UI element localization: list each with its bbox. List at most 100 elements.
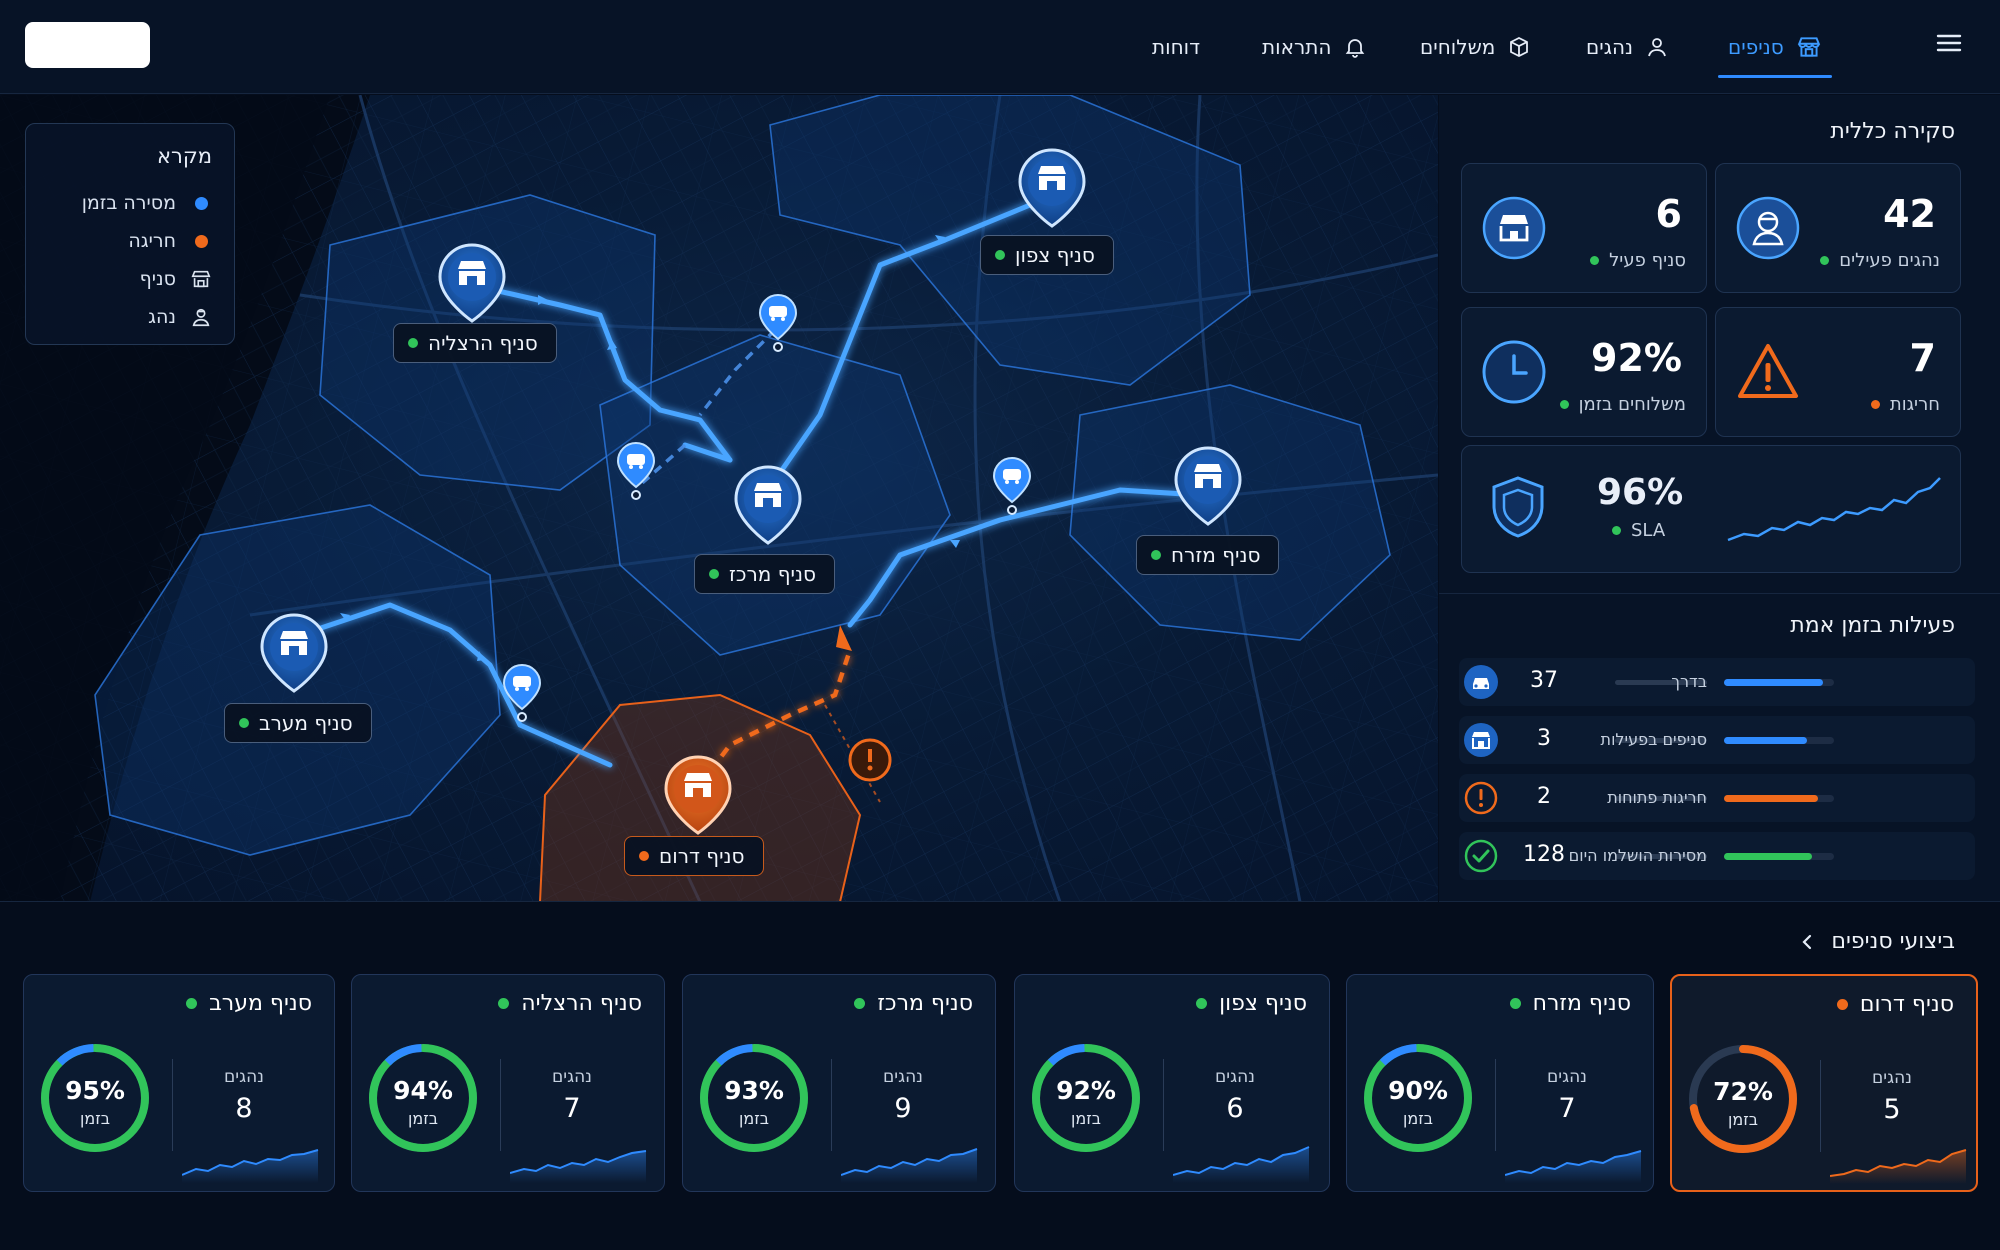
status-dot xyxy=(1870,400,1880,409)
legend-item-branch: סניף xyxy=(48,260,212,298)
store-icon xyxy=(190,268,212,290)
bell-icon xyxy=(1343,35,1367,59)
branch-performance-section: ביצועי סניפים סניף דרום 72% בזמן נהגים 5 xyxy=(0,903,2000,1250)
activity-progress-bar xyxy=(1724,737,1834,744)
status-dot xyxy=(498,998,510,1009)
clock-icon xyxy=(1480,338,1548,406)
driver-icon xyxy=(1734,194,1802,262)
nav-item-reports[interactable]: דוחות xyxy=(1152,0,1200,94)
legend-item-driver: נהג xyxy=(48,298,212,336)
performance-title: ביצועי סניפים xyxy=(1831,929,1955,954)
top-navigation-bar: דוחות התראות משלוחים נהגים סניפים xyxy=(0,0,2000,94)
nav-item-deliveries[interactable]: משלוחים xyxy=(1420,0,1531,94)
nav-item-drivers[interactable]: נהגים xyxy=(1586,0,1669,94)
drivers-label: נהגים xyxy=(1214,1067,1255,1087)
performance-card-west[interactable]: סניף מערב 95% בזמן נהגים 8 xyxy=(23,974,335,1192)
branch-name: סניף מזרח xyxy=(1532,991,1631,1016)
card-divider xyxy=(1163,1059,1164,1151)
activity-row-active-branches[interactable]: 3 סניפים בפעילות xyxy=(1459,716,1975,764)
stat-label-row: משלוחים בזמן xyxy=(1559,394,1686,415)
branch-name-row: סניף מערב xyxy=(186,991,312,1016)
legend-item-on-time: מסירה בזמן xyxy=(48,184,212,222)
activity-progress-bar xyxy=(1724,795,1834,802)
car-icon xyxy=(1463,664,1499,700)
stat-label: חריגות xyxy=(1889,394,1940,415)
status-dot xyxy=(1196,998,1208,1009)
card-divider xyxy=(500,1059,501,1151)
drivers-count: 6 xyxy=(1226,1093,1244,1124)
branch-label-east[interactable]: סניף מזרח xyxy=(1136,535,1280,575)
branch-label-north[interactable]: סניף צפון xyxy=(980,235,1114,275)
status-dot xyxy=(1509,998,1521,1009)
branch-label-center[interactable]: סניף מרכז xyxy=(694,554,835,594)
status-dot xyxy=(1612,526,1621,535)
stat-card-on-time[interactable]: 92% משלוחים בזמן xyxy=(1461,307,1707,437)
branch-label-south[interactable]: סניף דרום xyxy=(624,836,764,876)
chevron-left-icon[interactable] xyxy=(1799,933,1817,951)
stat-value: 6 xyxy=(1655,192,1682,236)
nav-item-alerts[interactable]: התראות xyxy=(1262,0,1367,94)
card-divider xyxy=(172,1059,173,1151)
status-dot xyxy=(186,998,198,1009)
trend-sparkline xyxy=(510,1150,647,1183)
activity-row-en-route[interactable]: 37 בדרך xyxy=(1459,658,1975,706)
drivers-label: נהגים xyxy=(1546,1067,1587,1087)
status-dot xyxy=(854,998,866,1009)
stat-value: 92% xyxy=(1591,336,1682,380)
activity-value: 3 xyxy=(1537,726,1551,751)
on-time-percent: 94% xyxy=(393,1076,453,1105)
performance-card-north[interactable]: סניף צפון 92% בזמן נהגים 6 xyxy=(1014,974,1330,1192)
branch-name-row: סניף צפון xyxy=(1196,991,1307,1016)
status-dot xyxy=(1590,256,1600,265)
activity-row-open-exceptions[interactable]: 2 חריגות פתוחות xyxy=(1459,774,1975,822)
drivers-count: 9 xyxy=(894,1093,912,1124)
performance-card-herzliya[interactable]: סניף הרצליה 94% בזמן נהגים 7 xyxy=(351,974,665,1192)
stat-card-active-branches[interactable]: 6 סניף פעיל xyxy=(1461,163,1707,293)
activity-progress-bar xyxy=(1724,679,1834,686)
on-time-percent: 92% xyxy=(1056,1076,1116,1105)
stat-label-row: סניף פעיל xyxy=(1590,250,1686,271)
branch-name: סניף הרצליה xyxy=(428,331,538,355)
stat-card-exceptions[interactable]: 7 חריגות xyxy=(1715,307,1961,437)
nav-item-branches[interactable]: סניפים xyxy=(1718,0,1832,94)
blue-dot-icon xyxy=(190,196,212,210)
branch-name-row: סניף דרום xyxy=(1836,992,1954,1017)
driver-icon xyxy=(190,306,212,328)
activity-row-completed-today[interactable]: 128 מסירות הושלמו היום xyxy=(1459,832,1975,880)
stat-card-active-drivers[interactable]: 42 נהגים פעילים xyxy=(1715,163,1961,293)
drivers-count: 5 xyxy=(1883,1094,1901,1125)
branch-label-west[interactable]: סניף מערב xyxy=(224,703,372,743)
card-divider xyxy=(1495,1059,1496,1151)
status-dot xyxy=(239,718,249,728)
sla-sparkline xyxy=(1727,477,1941,542)
performance-header[interactable]: ביצועי סניפים xyxy=(1799,929,1955,954)
on-time-label: בזמן xyxy=(738,1109,769,1128)
drivers-count: 8 xyxy=(235,1093,253,1124)
drivers-label: נהגים xyxy=(1871,1068,1912,1088)
sla-label: SLA xyxy=(1631,520,1666,541)
sla-value: 96% xyxy=(1597,472,1684,513)
on-time-label: בזמן xyxy=(1402,1109,1433,1128)
sla-label-row: SLA xyxy=(1612,520,1665,541)
status-dot xyxy=(1836,999,1848,1010)
branch-label-herzliya[interactable]: סניף הרצליה xyxy=(393,323,557,363)
delivery-map[interactable]: מקרא מסירה בזמן חריגה סניף נהג סניף צפון… xyxy=(0,95,1438,902)
on-time-label: בזמן xyxy=(1070,1109,1101,1128)
sla-card[interactable]: 96% SLA xyxy=(1461,445,1961,573)
legend-item-exception: חריגה xyxy=(48,222,212,260)
branch-name-row: סניף מזרח xyxy=(1509,991,1631,1016)
map-legend: מקרא מסירה בזמן חריגה סניף נהג xyxy=(25,123,235,345)
status-dot xyxy=(709,569,719,579)
performance-card-east[interactable]: סניף מזרח 90% בזמן נהגים 7 xyxy=(1346,974,1654,1192)
section-divider xyxy=(1439,593,2000,594)
status-dot xyxy=(1820,256,1830,265)
nav-label: דוחות xyxy=(1152,35,1201,59)
alert-icon xyxy=(1463,780,1499,816)
hamburger-menu-icon[interactable] xyxy=(1934,28,1964,58)
performance-card-center[interactable]: סניף מרכז 93% בזמן נהגים 9 xyxy=(682,974,996,1192)
activity-label: בדרך xyxy=(1671,672,1707,691)
status-dot xyxy=(639,851,649,861)
store-icon xyxy=(1463,722,1499,758)
logo-placeholder[interactable] xyxy=(25,22,150,68)
performance-card-south[interactable]: סניף דרום 72% בזמן נהגים 5 xyxy=(1670,974,1978,1192)
